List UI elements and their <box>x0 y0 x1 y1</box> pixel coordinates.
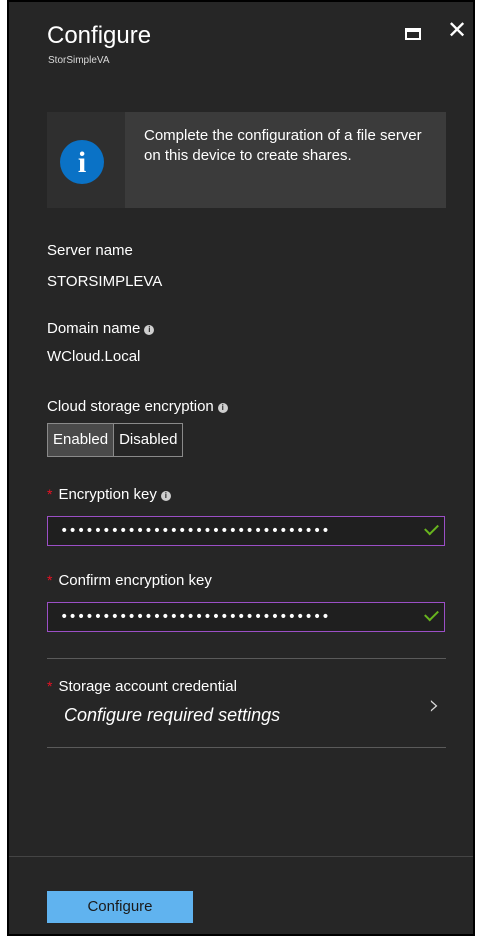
required-asterisk: * <box>47 572 53 588</box>
confirm-key-field[interactable]: •••••••••••••••••••••••••••••••• <box>47 602 445 632</box>
domain-name-label: Domain name <box>47 320 141 337</box>
encryption-toggle: Enabled Disabled <box>47 423 184 457</box>
storage-credential-row[interactable]: * Storage account credential Configure re… <box>47 668 446 738</box>
info-tooltip-icon[interactable]: i <box>144 325 155 335</box>
encryption-label: Cloud storage encryption <box>47 398 214 415</box>
chevron-right-icon: › <box>428 688 440 721</box>
encryption-key-field[interactable]: •••••••••••••••••••••••••••••••• <box>47 516 445 546</box>
info-icon-area: i <box>47 112 125 208</box>
encryption-key-value: •••••••••••••••••••••••••••••••• <box>60 523 330 539</box>
storage-credential-label: Storage account credential <box>58 678 237 695</box>
server-name-value: STORSIMPLEVA <box>47 273 163 290</box>
blade-subtitle: StorSimpleVA <box>48 55 110 66</box>
domain-name-value: WCloud.Local <box>47 348 141 365</box>
info-tooltip-icon[interactable]: i <box>217 403 228 413</box>
valid-check-icon <box>424 606 439 622</box>
close-icon[interactable]: ✕ <box>447 18 467 42</box>
required-asterisk: * <box>47 486 53 502</box>
configure-blade: Configure StorSimpleVA ✕ i Complete the … <box>7 0 475 936</box>
encryption-label-row: Cloud storage encryption i <box>47 398 228 415</box>
info-tooltip-icon[interactable]: i <box>160 491 171 501</box>
storage-credential-label-row: * Storage account credential <box>47 678 237 695</box>
confirm-key-label-row: * Confirm encryption key <box>47 572 212 589</box>
toggle-enabled[interactable]: Enabled <box>48 424 115 456</box>
info-banner: i Complete the configuration of a file s… <box>47 112 446 208</box>
blade-title: Configure <box>47 22 152 49</box>
required-asterisk: * <box>47 678 53 694</box>
info-message: Complete the configuration of a file ser… <box>144 127 422 164</box>
valid-check-icon <box>424 520 439 536</box>
toggle-disabled[interactable]: Disabled <box>114 424 182 456</box>
divider <box>47 658 446 659</box>
server-name-label: Server name <box>47 242 133 259</box>
divider <box>47 747 446 748</box>
footer-divider <box>9 856 473 857</box>
storage-credential-value: Configure required settings <box>64 705 281 725</box>
encryption-key-label: Encryption key <box>58 486 157 503</box>
configure-button[interactable]: Configure <box>47 891 193 923</box>
confirm-key-value: •••••••••••••••••••••••••••••••• <box>60 609 330 625</box>
maximize-icon[interactable] <box>405 28 421 40</box>
confirm-key-label: Confirm encryption key <box>58 572 212 589</box>
encryption-key-label-row: * Encryption key i <box>47 486 171 503</box>
info-icon: i <box>60 140 104 184</box>
domain-name-label-row: Domain name i <box>47 320 155 337</box>
